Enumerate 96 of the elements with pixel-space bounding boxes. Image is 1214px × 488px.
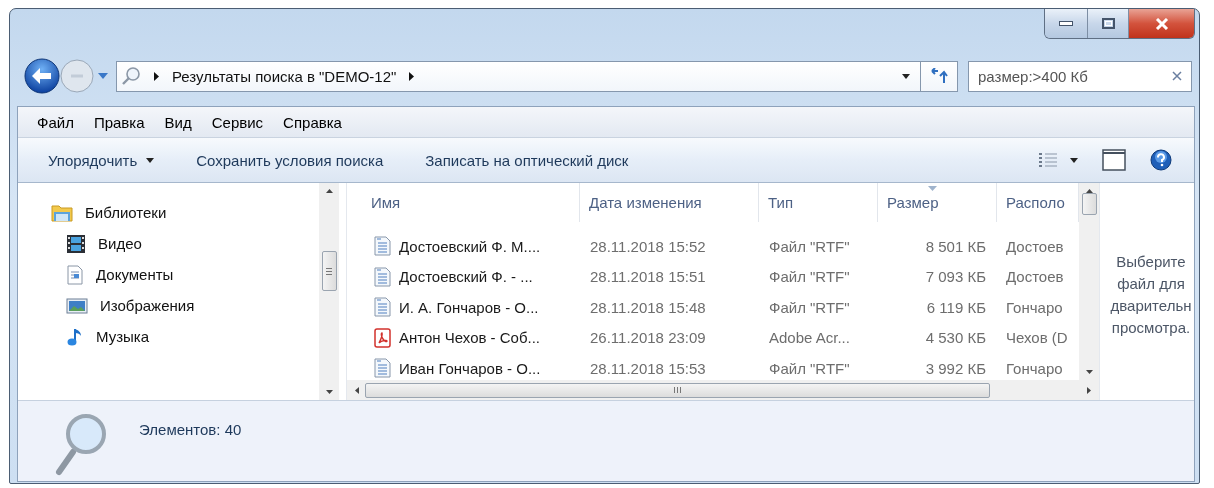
column-header[interactable]: Дата изменения [580,183,759,222]
table-cell-text: 3 992 КБ [924,359,987,377]
breadcrumb[interactable]: Результаты поиска в "DEMO-12" [172,67,397,85]
chevron-icon [409,71,415,81]
table-cell-text: Гончаро [1005,298,1064,316]
table-cell-text: Достоев [1005,237,1065,255]
caret-icon [98,73,108,79]
horizontal-scrollbar[interactable] [347,380,1099,400]
file-name[interactable]: Антон Чехов - Соб... [399,329,541,347]
scroll-down-arrow-icon [325,390,333,394]
file-name[interactable]: Иван Гончаров - О... [399,359,541,377]
toolbar-button[interactable]: Записать на оптический диск [415,147,639,173]
column-header[interactable]: Тип [759,183,878,222]
navigation-item[interactable]: Документы [96,266,174,283]
column-header[interactable]: Имя [363,183,580,222]
table-cell-text: Файл "RTF" [768,268,851,286]
grip-icon [326,267,332,275]
text-document-icon [374,297,391,318]
help-icon [1150,149,1172,171]
table-cell-text: 8 501 КБ [924,237,987,255]
navigation-item[interactable]: Музыка [96,328,150,345]
file-name[interactable]: И. А. Гончаров - О... [399,298,539,316]
table-cell-text: 28.11.2018 15:48 [589,298,707,316]
address-bar[interactable]: Результаты поиска в "DEMO-12" [116,60,958,92]
table-cell-text: 28.11.2018 15:51 [589,268,707,286]
caret-icon [902,73,910,79]
menu-item[interactable]: Сервис [201,110,274,134]
search-icon [121,66,141,86]
magnifier-icon [53,412,109,476]
file-name[interactable]: Достоевский Ф. М.... [399,237,541,255]
library-folder-icon [51,203,73,222]
scroll-down-arrow-icon [1085,370,1093,374]
table-cell-text: Файл "RTF" [768,298,851,316]
back-button[interactable] [24,58,60,94]
menu-item[interactable]: Справка [273,110,352,134]
caret-icon [1070,157,1078,163]
grip-icon [674,387,681,393]
navigation-item[interactable]: Библиотеки [85,204,167,221]
text-document-icon [374,358,391,379]
details-view-icon [1038,152,1058,168]
scroll-up-arrow-icon [1085,189,1093,193]
caret-icon [146,157,155,163]
pdf-document-icon [374,327,391,348]
text-document-icon [374,266,391,287]
navigation-item[interactable]: Изображения [100,297,195,314]
search-field[interactable]: размер:>400 Кб [968,60,1192,92]
close-icon [1154,17,1169,30]
table-cell-text: Чехов (D [1005,329,1069,347]
menu-item[interactable]: Файл [27,110,84,134]
view-options-button[interactable] [1036,150,1080,170]
toolbar-button[interactable]: Сохранить условия поиска [186,147,394,173]
table-cell-text: 4 530 КБ [924,329,987,347]
refresh-icon [930,68,948,84]
help-button[interactable] [1148,147,1174,173]
scroll-up-arrow-icon [325,189,333,193]
picture-frame-icon [66,296,88,315]
table-cell-text: 6 119 КБ [925,298,987,316]
film-strip-icon [66,233,86,254]
toolbar-button[interactable]: Упорядочить [38,147,165,173]
column-header[interactable]: Размер [878,183,997,222]
history-dropdown[interactable] [98,73,108,79]
preview-pane-button[interactable] [1100,147,1128,173]
close-button[interactable] [1129,9,1194,38]
table-cell-text: 28.11.2018 15:53 [589,359,707,377]
menu-item[interactable]: Правка [83,110,155,134]
scroll-thumb[interactable] [1081,193,1097,215]
text-document-icon [374,236,391,257]
preview-message: Выберите файл для дварительн просмотра. [1109,252,1192,338]
scroll-left-arrow-icon [355,386,359,394]
document-icon [66,264,84,285]
vertical-scrollbar[interactable] [319,183,339,400]
scroll-right-arrow-icon [1087,386,1091,394]
table-cell-text: Файл "RTF" [768,359,851,377]
maximize-button[interactable] [1088,9,1129,38]
maximize-icon [1101,18,1115,29]
minimize-icon [1059,21,1073,26]
menu-item[interactable]: Вид [154,110,202,134]
sort-arrow-icon [928,186,937,191]
table-cell-text: Гончаро [1005,359,1064,377]
scroll-thumb[interactable] [365,382,990,398]
table-cell-text: 26.11.2018 23:09 [589,329,707,347]
table-cell-text: 28.11.2018 15:52 [589,237,707,255]
item-count: Элементов: 40 [139,421,242,438]
minimize-button[interactable] [1045,9,1088,38]
navigation-item[interactable]: Видео [98,235,142,252]
table-cell-text: 7 093 КБ [924,268,987,286]
pane-icon [1102,149,1126,171]
table-cell-text: Adobe Acr... [768,329,851,347]
clear-icon[interactable] [1172,70,1182,81]
music-note-icon [66,326,84,347]
scroll-thumb[interactable] [321,251,337,291]
table-cell-text: Достоев [1005,268,1065,286]
file-name[interactable]: Достоевский Ф. - ... [399,268,533,286]
table-cell-text: Файл "RTF" [768,237,851,255]
vertical-scrollbar[interactable] [1079,183,1099,380]
chevron-icon [154,71,159,81]
